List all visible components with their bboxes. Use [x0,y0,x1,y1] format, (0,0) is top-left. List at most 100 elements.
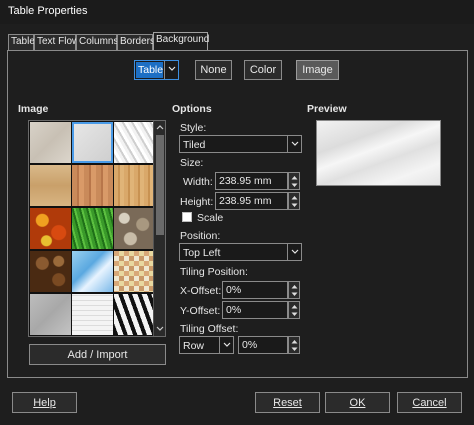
tiling-offset-label: Tiling Offset: [180,323,239,335]
gallery-thumb-concrete[interactable] [30,294,71,335]
style-label: Style: [180,122,207,134]
gallery-thumb-wood-planks[interactable] [72,165,113,206]
scroll-down-icon[interactable] [156,326,164,332]
tiling-offset-field[interactable]: 0% [238,336,288,354]
x-offset-spinner[interactable] [288,281,300,299]
tab-background[interactable]: Background [153,32,210,51]
height-spinner[interactable] [288,192,300,210]
cancel-button[interactable]: Cancel [397,392,462,413]
spin-down-icon [291,292,298,296]
height-value: 238.95 mm [219,195,272,207]
gallery-thumb-parchment[interactable] [30,165,71,206]
button-label: Color [249,64,277,76]
gallery-thumb-coffee-beans[interactable] [30,251,71,292]
type-select-value: Table [138,64,164,76]
tiling-offset-spinner[interactable] [288,336,300,354]
x-offset-value: 0% [226,284,242,296]
height-increment[interactable] [289,193,299,201]
image-gallery[interactable] [28,120,166,337]
height-decrement[interactable] [289,201,299,209]
tab-label: Background [156,34,210,45]
x-offset-increment[interactable] [289,282,299,290]
button-label: Reset [273,396,302,409]
gallery-thumb-light-wood[interactable] [114,165,155,206]
button-label: OK [349,396,366,409]
tiling-offset-mode-select[interactable]: Row [179,336,234,354]
button-label: Image [302,64,333,76]
y-offset-label: Y-Offset: [180,305,221,317]
spin-down-icon [291,312,298,316]
title-bar: Table Properties [0,0,474,24]
button-label: Add / Import [67,348,128,361]
gallery-thumb-autumn-leaves[interactable] [30,208,71,249]
spin-down-icon [291,203,298,207]
tab-label: Table [11,36,35,47]
spin-up-icon [291,196,298,200]
tiling-offset-increment[interactable] [289,337,299,345]
tab-table[interactable]: Table [8,34,35,50]
gallery-thumb-pebbles[interactable] [114,208,155,249]
chevron-down-icon [219,337,233,353]
options-heading: Options [172,103,212,115]
gallery-thumb-crumpled-paper[interactable] [114,122,155,163]
width-spinner[interactable] [288,172,300,190]
window-title: Table Properties [8,5,88,17]
scrollbar-thumb[interactable] [156,135,164,235]
height-label: Height: [180,196,214,208]
spin-up-icon [291,176,298,180]
button-label: Help [33,396,56,409]
reset-button[interactable]: Reset [255,392,320,413]
tab-label: Text Flow [37,36,80,47]
position-select[interactable]: Top Left [179,243,302,261]
tiling-offset-decrement[interactable] [289,345,299,353]
spin-down-icon [291,347,298,351]
tab-text-flow[interactable]: Text Flow [34,34,80,50]
y-offset-decrement[interactable] [289,310,299,318]
y-offset-spinner[interactable] [288,301,300,319]
tab-label: Columns [79,36,119,47]
color-button[interactable]: Color [244,60,282,80]
gallery-thumb-water[interactable] [72,251,113,292]
x-offset-field[interactable]: 0% [222,281,288,299]
ok-button[interactable]: OK [325,392,390,413]
preview-heading: Preview [307,103,347,115]
width-increment[interactable] [289,173,299,181]
tab-columns[interactable]: Columns [76,34,119,50]
gallery-scrollbar[interactable] [153,121,165,336]
gallery-thumb-zebra[interactable] [114,294,155,335]
x-offset-decrement[interactable] [289,290,299,298]
gallery-thumb-mosaic[interactable] [114,251,155,292]
spin-up-icon [291,285,298,289]
tiling-position-label: Tiling Position: [180,266,248,278]
button-label: None [200,64,227,76]
y-offset-field[interactable]: 0% [222,301,288,319]
height-field[interactable]: 238.95 mm [215,192,288,210]
image-button[interactable]: Image [296,60,339,80]
size-label: Size: [180,157,204,169]
scroll-up-icon[interactable] [156,124,164,130]
y-offset-increment[interactable] [289,302,299,310]
chevron-down-icon [287,244,301,260]
scale-checkbox[interactable] [182,212,192,222]
gallery-thumb-painted-white[interactable] [30,122,71,163]
type-select[interactable]: Table [134,60,179,80]
style-select[interactable]: Tiled [179,135,302,153]
help-button[interactable]: Help [12,392,77,413]
y-offset-value: 0% [226,304,242,316]
chevron-down-icon [287,136,301,152]
gallery-thumb-graph-paper[interactable] [72,294,113,335]
tiling-offset-value: 0% [242,339,258,351]
chevron-down-icon [164,61,178,79]
spin-up-icon [291,340,298,344]
tab-label: Borders [120,36,156,47]
gallery-thumb-grass[interactable] [72,208,113,249]
width-field[interactable]: 238.95 mm [215,172,288,190]
add-import-button[interactable]: Add / Import [29,344,166,365]
tiling-offset-mode-value: Row [183,340,205,352]
width-decrement[interactable] [289,181,299,189]
spin-up-icon [291,305,298,309]
gallery-thumb-paper-selected[interactable] [72,122,113,163]
none-button[interactable]: None [195,60,232,80]
width-value: 238.95 mm [219,175,272,187]
tab-borders[interactable]: Borders [117,34,156,50]
